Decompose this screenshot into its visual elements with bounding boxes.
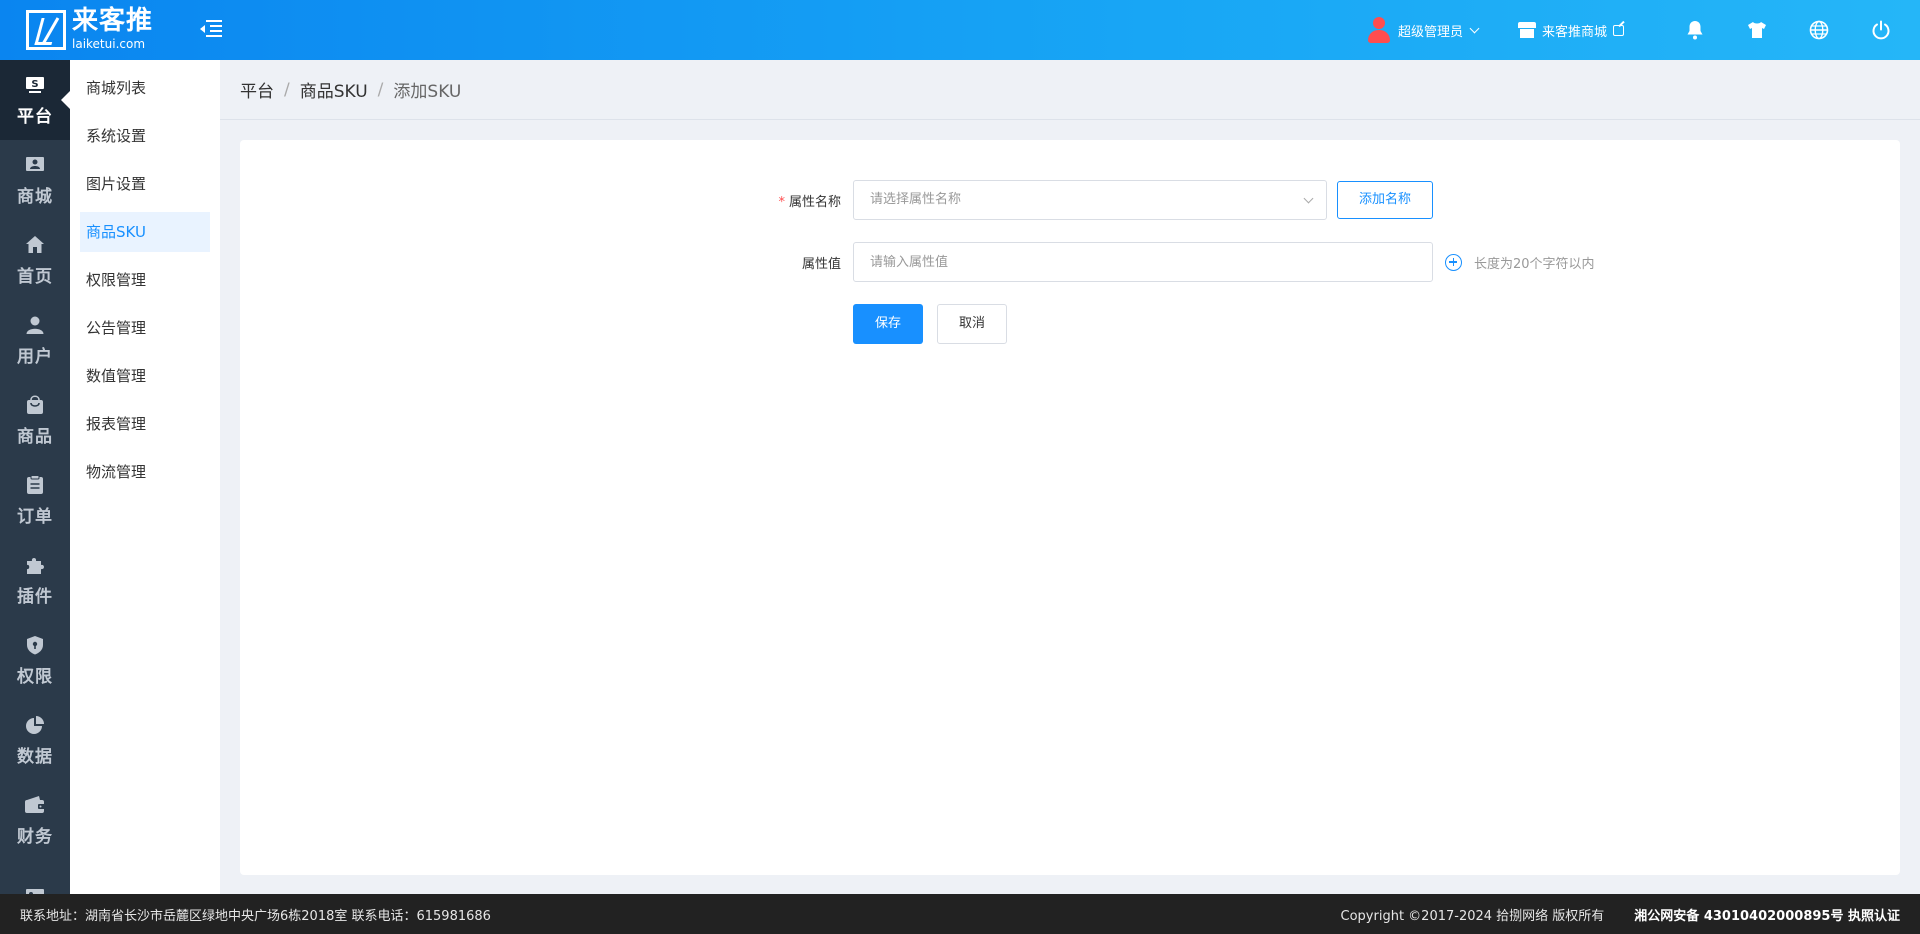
nav-label: 首页 <box>17 266 53 287</box>
save-button[interactable]: 保存 <box>853 304 923 344</box>
nav-item-store[interactable]: 商城 <box>0 140 70 220</box>
footer-address: 联系地址：湖南省长沙市岳麓区绿地中央广场6栋2018室 联系电话：6159816… <box>20 908 491 924</box>
nav-label: 商城 <box>17 186 53 207</box>
nav-label: 订单 <box>17 506 53 527</box>
nav-label: 平台 <box>17 106 53 127</box>
svg-text:S: S <box>31 79 38 90</box>
submenu-item-logistics-mgmt[interactable]: 物流管理 <box>80 452 210 492</box>
submenu-item-notice-mgmt[interactable]: 公告管理 <box>80 308 210 348</box>
store-icon <box>24 154 46 176</box>
breadcrumb: 平台 / 商品SKU / 添加SKU <box>220 60 1920 120</box>
attr-value-input[interactable] <box>853 242 1433 282</box>
sub-menu: 商城列表 系统设置 图片设置 商品SKU 权限管理 公告管理 数值管理 报表管理… <box>70 60 220 894</box>
header-right: 超级管理员 来客推商城 <box>1366 0 1920 60</box>
submenu-item-value-mgmt[interactable]: 数值管理 <box>80 356 210 396</box>
nav-label: 财务 <box>17 826 53 847</box>
breadcrumb-separator: / <box>377 79 384 100</box>
nav-label: 商品 <box>17 426 53 447</box>
logo[interactable]: 来客推 laiketui.com <box>26 6 186 54</box>
nav-item-goods[interactable]: 商品 <box>0 380 70 460</box>
form-actions: 保存 取消 <box>853 304 1007 344</box>
user-name: 超级管理员 <box>1397 24 1463 40</box>
nav-item-platform[interactable]: S 平台 <box>0 60 70 140</box>
nav-label: 权限 <box>17 666 53 687</box>
attr-value-label: 属性值 <box>801 256 841 272</box>
puzzle-icon <box>24 554 46 576</box>
logo-domain: laiketui.com <box>72 37 146 51</box>
nav-item-media[interactable] <box>0 860 70 894</box>
logo-mark-icon <box>26 10 66 50</box>
nav-item-finance[interactable]: 财务 <box>0 780 70 860</box>
platform-icon: S <box>24 74 46 96</box>
add-value-plus-icon[interactable] <box>1445 253 1462 271</box>
shop-label: 来客推商城 <box>1541 24 1607 40</box>
attr-name-select-placeholder: 请选择属性名称 <box>870 192 962 207</box>
shield-icon <box>24 634 46 656</box>
submenu-item-product-sku[interactable]: 商品SKU <box>80 212 210 252</box>
chevron-down-icon <box>1469 23 1480 33</box>
nav-label: 插件 <box>17 586 53 607</box>
nav-item-home[interactable]: 首页 <box>0 220 70 300</box>
tshirt-icon[interactable] <box>1726 0 1788 60</box>
user-menu[interactable]: 超级管理员 <box>1366 15 1480 45</box>
add-name-button[interactable]: 添加名称 <box>1337 181 1433 219</box>
nav-item-permission[interactable]: 权限 <box>0 620 70 700</box>
logo-name: 来客推 <box>72 6 154 36</box>
clipboard-icon <box>24 474 46 496</box>
user-icon <box>24 314 46 336</box>
power-icon[interactable] <box>1850 0 1912 60</box>
attr-name-row: * 属性名称 请选择属性名称 添加名称 <box>743 180 1433 220</box>
submenu-item-permission-mgmt[interactable]: 权限管理 <box>80 260 210 300</box>
breadcrumb-separator: / <box>284 79 290 100</box>
breadcrumb-current: 添加SKU <box>393 82 462 102</box>
attr-value-row: 属性值 长度为20个字符以内 <box>743 242 1595 282</box>
nav-label: 用户 <box>17 346 53 367</box>
nav-item-data[interactable]: 数据 <box>0 700 70 780</box>
required-mark: * <box>778 194 785 210</box>
attr-name-label: * 属性名称 <box>778 194 841 210</box>
attr-value-hint: 长度为20个字符以内 <box>1474 256 1595 272</box>
attr-name-select[interactable]: 请选择属性名称 <box>853 180 1327 220</box>
nav-label: 数据 <box>17 746 53 767</box>
breadcrumb-item[interactable]: 平台 <box>240 77 274 102</box>
bag-icon <box>24 394 46 416</box>
shop-icon <box>1517 22 1536 38</box>
globe-icon[interactable] <box>1788 0 1850 60</box>
nav-item-plugin[interactable]: 插件 <box>0 540 70 620</box>
submenu-item-store-list[interactable]: 商城列表 <box>80 68 210 108</box>
home-icon <box>24 234 46 256</box>
wallet-icon <box>24 794 46 816</box>
footer-copyright: Copyright ©2017-2024 拾捌网络 版权所有 <box>1340 908 1605 924</box>
pie-chart-icon <box>24 714 46 736</box>
image-icon <box>24 886 46 894</box>
bell-icon[interactable] <box>1664 0 1726 60</box>
chevron-down-icon <box>1303 193 1314 204</box>
form-card: *属性名称 请选择属性名称 添加名称 属性值 长度为20个字符以内 保存 取消 <box>240 140 1900 875</box>
cancel-button[interactable]: 取消 <box>937 304 1007 344</box>
menu-collapse-icon[interactable] <box>200 17 222 39</box>
external-link-icon <box>1613 24 1624 36</box>
main-nav: S 平台 商城 首页 用户 商品 订单 插件 权限 数据 财务 <box>0 60 70 894</box>
top-header: 来客推 laiketui.com 超级管理员 来客推商城 <box>0 0 1920 60</box>
submenu-item-system-settings[interactable]: 系统设置 <box>80 116 210 156</box>
avatar <box>1366 15 1392 45</box>
shop-link[interactable]: 来客推商城 <box>1517 21 1624 40</box>
submenu-item-image-settings[interactable]: 图片设置 <box>80 164 210 204</box>
footer-icp[interactable]: 湘公网安备 43010402000895号 执照认证 <box>1634 905 1900 924</box>
nav-item-order[interactable]: 订单 <box>0 460 70 540</box>
footer: 联系地址：湖南省长沙市岳麓区绿地中央广场6栋2018室 联系电话：6159816… <box>0 894 1920 934</box>
nav-item-user[interactable]: 用户 <box>0 300 70 380</box>
breadcrumb-item[interactable]: 商品SKU <box>300 77 368 102</box>
submenu-item-report-mgmt[interactable]: 报表管理 <box>80 404 210 444</box>
